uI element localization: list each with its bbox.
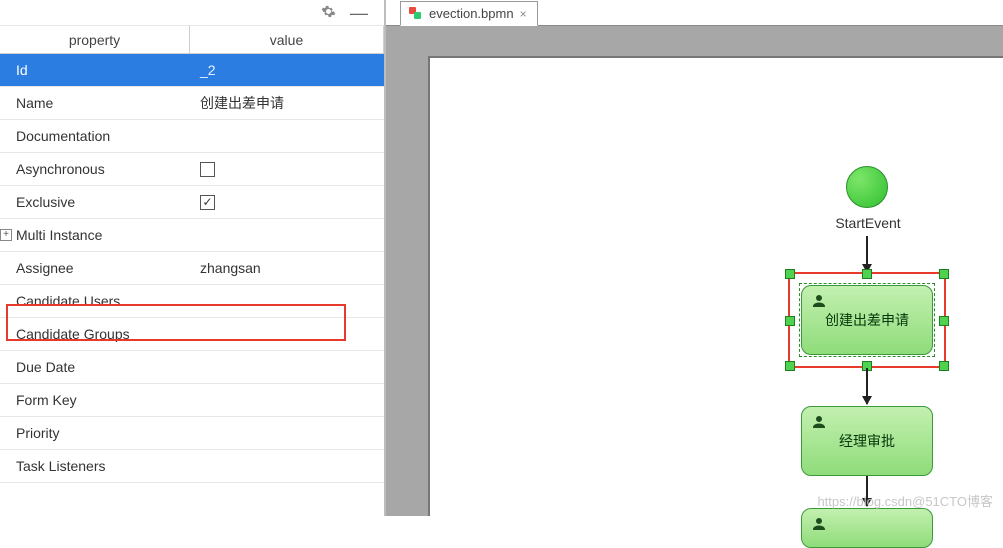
property-row-task_listeners[interactable]: Task Listeners	[0, 450, 384, 483]
sequence-flow-2[interactable]	[866, 368, 868, 404]
property-label: Assignee	[0, 260, 190, 276]
property-value[interactable]: 创建出差申请	[190, 93, 384, 113]
property-label-text: Task Listeners	[16, 458, 105, 474]
property-label: Id	[0, 62, 190, 78]
close-icon[interactable]: ×	[520, 7, 527, 21]
property-label-text: Assignee	[16, 260, 74, 276]
property-label: Exclusive	[0, 194, 190, 210]
exclusive-checkbox[interactable]: ✓	[200, 195, 215, 210]
resize-handle-e[interactable]	[939, 316, 949, 326]
resize-handle-se[interactable]	[939, 361, 949, 371]
column-property: property	[0, 26, 190, 53]
property-label-text: Name	[16, 95, 53, 111]
property-value-text: 创建出差申请	[200, 93, 284, 113]
property-row-form_key[interactable]: Form Key	[0, 384, 384, 417]
sequence-flow-3[interactable]	[866, 476, 868, 506]
minimize-icon[interactable]: —	[350, 6, 368, 20]
user-task-manager[interactable]: 经理审批	[801, 406, 933, 476]
property-label: Candidate Users	[0, 293, 190, 309]
property-table-header: property value	[0, 26, 384, 54]
property-row-due_date[interactable]: Due Date	[0, 351, 384, 384]
property-row-name[interactable]: Name 创建出差申请	[0, 87, 384, 120]
resize-handle-ne[interactable]	[939, 269, 949, 279]
resize-handle-nw[interactable]	[785, 269, 795, 279]
resize-handle-sw[interactable]	[785, 361, 795, 371]
property-value-text: zhangsan	[200, 260, 261, 276]
property-label: + Multi Instance	[0, 227, 190, 243]
property-row-exclusive[interactable]: Exclusive ✓	[0, 186, 384, 219]
diagram-page[interactable]: StartEvent 创建出差申请 经理审批	[428, 56, 1003, 516]
property-label-text: Asynchronous	[16, 161, 105, 177]
property-row-multi_instance[interactable]: + Multi Instance	[0, 219, 384, 252]
gear-icon[interactable]	[321, 4, 336, 22]
property-label-text: Multi Instance	[16, 227, 102, 243]
property-label-text: Candidate Groups	[16, 326, 130, 342]
tab-title: evection.bpmn	[429, 6, 514, 21]
bpmn-file-icon	[409, 7, 423, 21]
property-label: Documentation	[0, 128, 190, 144]
property-label-text: Due Date	[16, 359, 75, 375]
tab-bar: evection.bpmn ×	[386, 0, 1003, 26]
property-label: Name	[0, 95, 190, 111]
property-label-text: Id	[16, 62, 28, 78]
property-value-text: _2	[200, 62, 216, 78]
property-value[interactable]: _2	[190, 62, 384, 78]
user-icon	[810, 292, 828, 310]
property-row-priority[interactable]: Priority	[0, 417, 384, 450]
start-event-label: StartEvent	[828, 215, 908, 231]
property-value[interactable]	[190, 162, 384, 177]
property-value[interactable]: zhangsan	[190, 260, 384, 276]
property-label-text: Exclusive	[16, 194, 75, 210]
start-event-node[interactable]	[846, 166, 888, 208]
property-row-id[interactable]: Id _2	[0, 54, 384, 87]
editor-area: evection.bpmn × StartEvent 创	[386, 0, 1003, 516]
property-label: Asynchronous	[0, 161, 190, 177]
property-row-candidate_groups[interactable]: Candidate Groups	[0, 318, 384, 351]
property-row-assignee[interactable]: Assignee zhangsan	[0, 252, 384, 285]
property-label-text: Candidate Users	[16, 293, 120, 309]
resize-handle-n[interactable]	[862, 269, 872, 279]
property-value[interactable]: ✓	[190, 195, 384, 210]
asynchronous-checkbox[interactable]	[200, 162, 215, 177]
expand-icon[interactable]: +	[0, 229, 12, 241]
properties-panel: — property value Id _2 Name 创建出差申请 Documenta…	[0, 0, 386, 516]
user-task-next[interactable]	[801, 508, 933, 548]
task2-label: 经理审批	[839, 431, 895, 451]
panel-toolbar: —	[0, 0, 384, 26]
task1-label: 创建出差申请	[825, 310, 909, 330]
canvas-container: StartEvent 创建出差申请 经理审批	[386, 26, 1003, 516]
property-row-candidate_users[interactable]: Candidate Users	[0, 285, 384, 318]
user-icon	[810, 413, 828, 431]
property-label: Candidate Groups	[0, 326, 190, 342]
column-value: value	[190, 26, 384, 53]
user-icon	[810, 515, 828, 533]
property-label: Task Listeners	[0, 458, 190, 474]
property-row-asynchronous[interactable]: Asynchronous	[0, 153, 384, 186]
property-rows: Id _2 Name 创建出差申请 Documentation Asynchronous E…	[0, 54, 384, 516]
user-task-create[interactable]: 创建出差申请	[801, 285, 933, 355]
property-label: Priority	[0, 425, 190, 441]
property-label-text: Form Key	[16, 392, 77, 408]
property-label-text: Priority	[16, 425, 60, 441]
sequence-flow-1[interactable]	[866, 236, 868, 272]
property-label-text: Documentation	[16, 128, 110, 144]
tab-evection[interactable]: evection.bpmn ×	[400, 1, 538, 26]
property-label: Form Key	[0, 392, 190, 408]
property-label: Due Date	[0, 359, 190, 375]
resize-handle-w[interactable]	[785, 316, 795, 326]
property-row-documentation[interactable]: Documentation	[0, 120, 384, 153]
